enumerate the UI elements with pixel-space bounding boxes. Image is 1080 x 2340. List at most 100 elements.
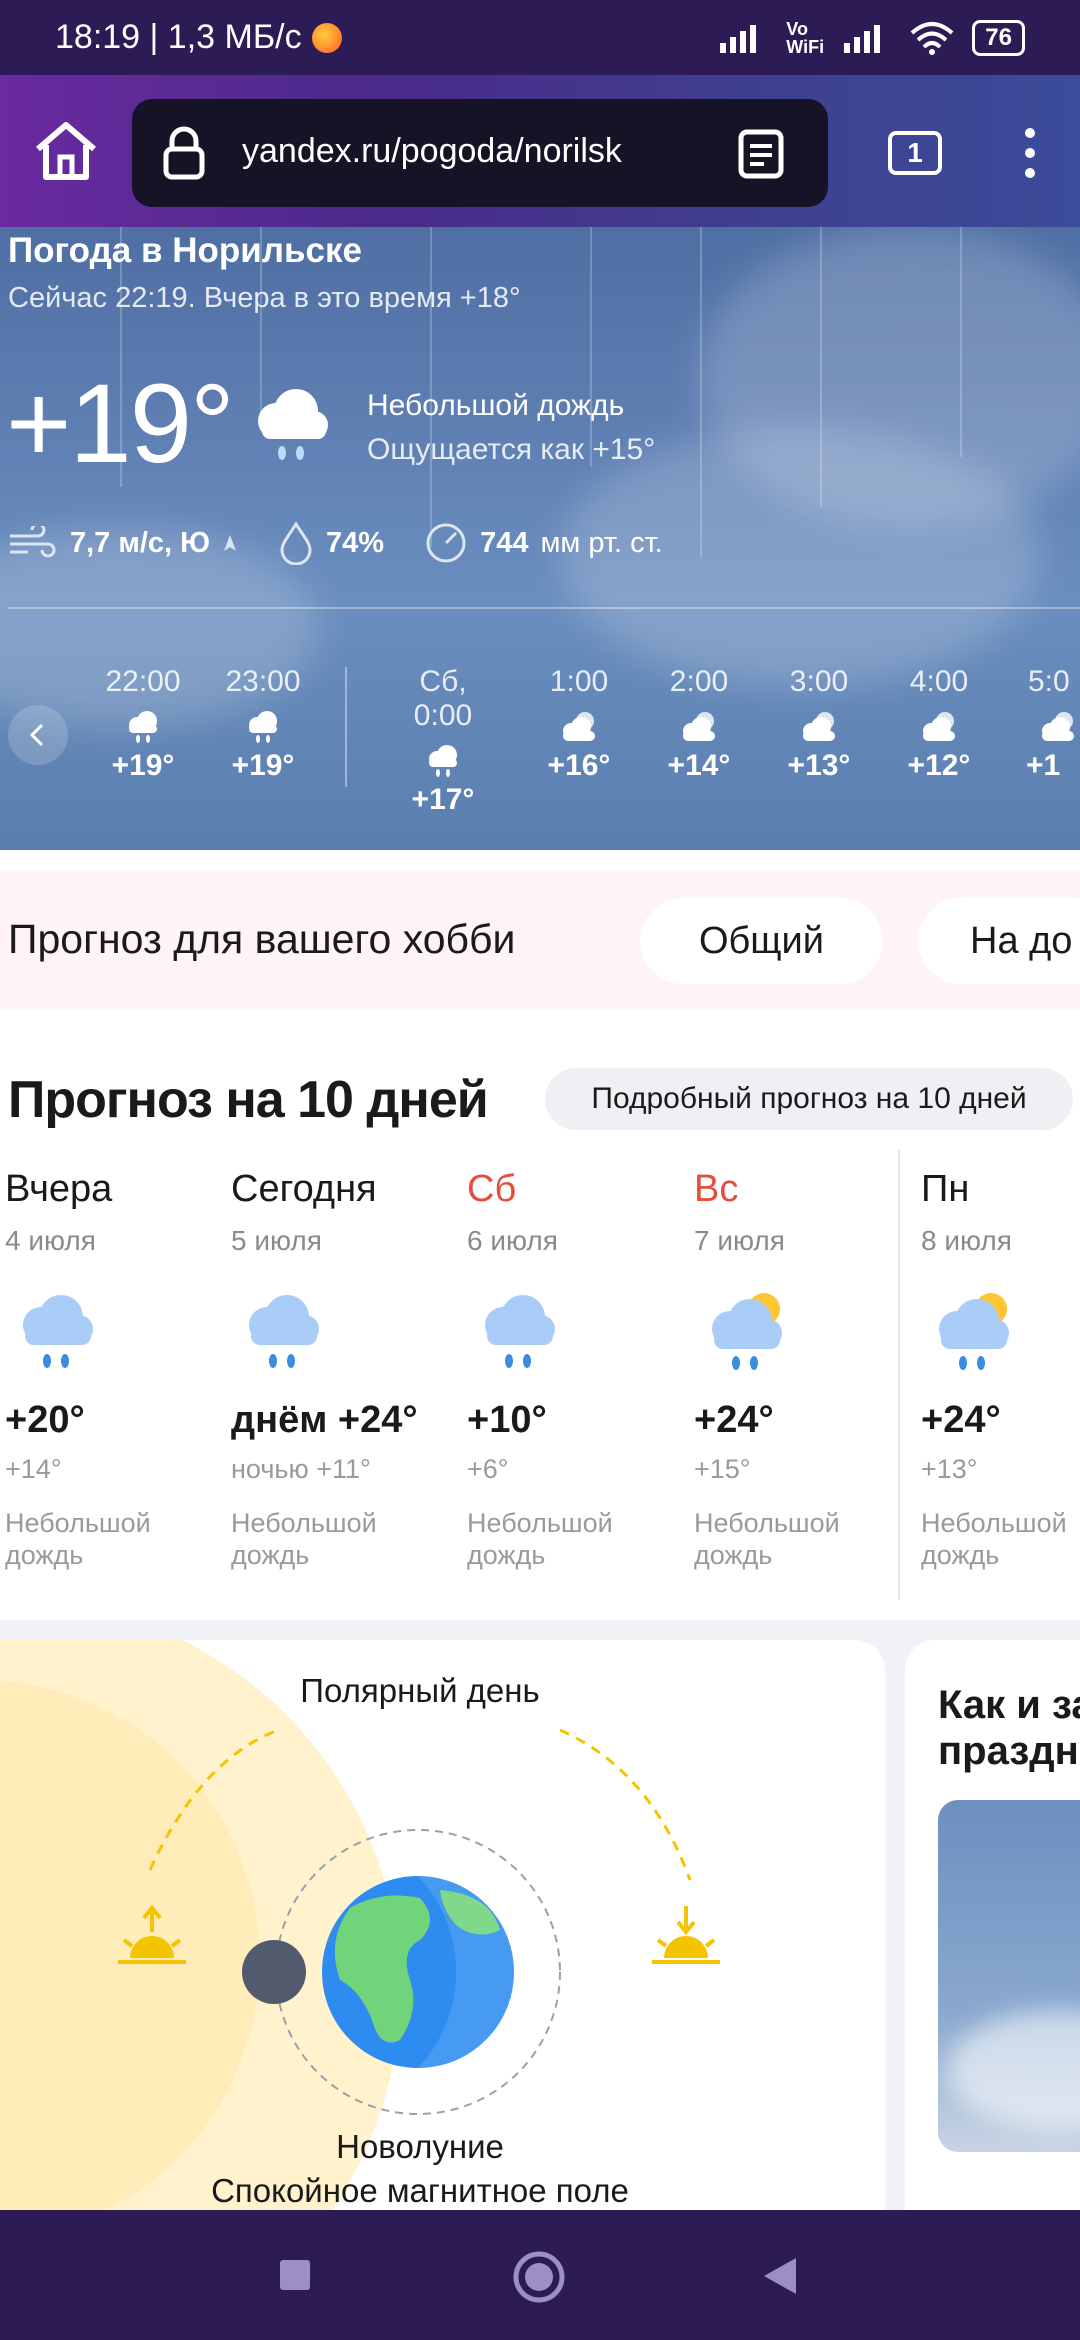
forecast-day[interactable]: Пн 8 июля +24° +13° Небольшой дождь [921, 1168, 1080, 1571]
hour-temp: +19° [111, 749, 175, 782]
forecast-day[interactable]: Сегодня 5 июля днём +24° ночью +11° Небо… [231, 1168, 451, 1571]
hourly-item[interactable]: 22:00 +19° [88, 665, 198, 783]
lock-icon [163, 126, 205, 180]
humidity-drop-icon [280, 521, 312, 565]
wind-metric: 7,7 м/с, Ю [8, 526, 238, 560]
status-time: 18:19 | 1,3 МБ/с [55, 18, 302, 56]
hour-time: 23:00 [225, 665, 301, 698]
home-nav-button[interactable] [512, 2250, 566, 2304]
forecast-day[interactable]: Сб 6 июля +10° +6° Небольшой дождь [467, 1168, 687, 1571]
hourly-item[interactable]: 2:00 +14° [644, 665, 754, 783]
hour-temp: +14° [667, 749, 731, 782]
current-condition: Небольшой дождь [367, 389, 625, 422]
day-name: Вс [694, 1168, 739, 1210]
rain-cloud-icon [23, 1295, 93, 1368]
humidity-value: 74% [326, 526, 385, 559]
signal-icon [720, 24, 757, 53]
rain-cloud-icon [429, 745, 457, 777]
polar-day-card[interactable]: Полярный день Новолуние Спокойное магнит… [0, 1640, 885, 2220]
hobby-chip-next[interactable]: На до [918, 898, 1080, 984]
hour-time: 4:00 [909, 665, 969, 698]
day-high: +10° [467, 1399, 547, 1441]
hero-divider [8, 607, 1080, 609]
magnetic-field: Спокойное магнитное поле [211, 2172, 629, 2209]
hourly-prev-button[interactable] [8, 705, 68, 765]
cloudy-icon [923, 712, 955, 741]
sun-rain-cloud-icon [712, 1293, 782, 1370]
cloudy-icon [683, 712, 715, 741]
day-low: +15° [694, 1454, 751, 1484]
browser-toolbar: yandex.ru/pogoda/norilsk 1 [0, 75, 1080, 227]
recent-apps-button[interactable] [278, 2258, 312, 2292]
hourly-item[interactable]: Сб, 0:00 +17° [388, 665, 498, 817]
hour-temp: +16° [547, 749, 611, 782]
hourly-item[interactable]: 23:00 +19° [208, 665, 318, 783]
signal-icon-2 [844, 24, 881, 53]
forecast-day[interactable]: Вс 7 июля +24° +15° Небольшой дождь [694, 1168, 914, 1571]
day-low: ночью +11° [231, 1454, 371, 1484]
wind-icon [10, 526, 56, 558]
cloudy-icon [563, 712, 595, 741]
more-menu-icon[interactable] [1018, 125, 1042, 181]
day-low: +6° [467, 1454, 509, 1484]
hourly-item[interactable]: 4:00 +12° [884, 665, 994, 783]
system-navigation-bar [0, 2210, 1080, 2340]
current-time-note: Сейчас 22:19. Вчера в это время +18° [8, 282, 521, 314]
hour-time: 3:00 [789, 665, 849, 698]
day-condition: Небольшой дождь [694, 1508, 840, 1570]
wind-value: 7,7 м/с, Ю [70, 526, 211, 559]
hourly-item[interactable]: 5:0 +1 [1004, 665, 1080, 783]
day-date: 5 июля [231, 1225, 322, 1256]
forecast-title: Прогноз на 10 дней [8, 1071, 489, 1129]
cloudy-icon [1042, 712, 1074, 741]
day-name: Вчера [5, 1168, 113, 1210]
holiday-title: Как и за праздн [938, 1683, 1080, 1773]
day-condition: Небольшой дождь [921, 1508, 1067, 1570]
holiday-card[interactable]: Как и за праздн [905, 1640, 1080, 2220]
address-bar[interactable]: yandex.ru/pogoda/norilsk [132, 99, 828, 207]
hour-time: 22:00 [105, 665, 181, 698]
forecast-day[interactable]: Вчера 4 июля +20° +14° Небольшой дождь [5, 1168, 225, 1571]
moon-icon [242, 1940, 306, 2004]
hourly-item[interactable]: 1:00 +16° [524, 665, 634, 783]
day-low: +13° [921, 1454, 978, 1484]
hour-temp: +12° [907, 749, 971, 782]
pressure-gauge-icon [426, 523, 466, 563]
hourly-item[interactable]: 3:00 +13° [764, 665, 874, 783]
current-weather-panel: Погода в Норильске Сейчас 22:19. Вчера в… [0, 227, 1080, 850]
wind-direction-arrow-icon [224, 535, 237, 551]
tabs-counter-button[interactable]: 1 [888, 131, 942, 175]
rain-cloud-icon [258, 389, 328, 460]
location-title: Погода в Норильске [8, 231, 362, 270]
moon-phase: Новолуние [336, 2128, 504, 2165]
hobby-forecast-section: Прогноз для вашего хобби Общий На до [0, 870, 1080, 1010]
rain-cloud-icon [249, 711, 277, 743]
feels-like: Ощущается как +15° [367, 433, 656, 466]
url-text: yandex.ru/pogoda/norilsk [242, 132, 622, 170]
hour-time: 1:00 [549, 665, 609, 698]
pressure-value: 744 [480, 526, 529, 559]
current-temperature: +19° [6, 361, 235, 486]
chevron-left-icon [29, 723, 44, 747]
back-nav-button[interactable] [762, 2256, 798, 2296]
current-metrics: 7,7 м/с, Ю 74% 744 мм рт. ст. [8, 521, 703, 565]
status-icons: Vo WiFi 76 [718, 19, 1025, 56]
rain-cloud-icon [249, 1295, 319, 1368]
cloudy-icon [803, 712, 835, 741]
earth-icon [322, 1876, 514, 2068]
day-date: 7 июля [694, 1225, 785, 1256]
rain-cloud-icon [129, 711, 157, 743]
hobby-chip-general[interactable]: Общий [640, 898, 883, 984]
day-condition: Небольшой дождь [231, 1508, 377, 1570]
hobby-title: Прогноз для вашего хобби [8, 916, 516, 962]
day-separator [345, 667, 347, 787]
day-condition: Небольшой дождь [5, 1508, 151, 1570]
detailed-forecast-button[interactable]: Подробный прогноз на 10 дней [545, 1068, 1073, 1130]
day-high: +24° [694, 1399, 774, 1441]
home-icon[interactable] [30, 115, 102, 187]
reader-mode-icon[interactable] [738, 129, 784, 179]
hour-temp: +19° [231, 749, 295, 782]
holiday-image [938, 1800, 1080, 2152]
sun-rain-cloud-icon [939, 1293, 1009, 1370]
day-date: 6 июля [467, 1225, 558, 1256]
